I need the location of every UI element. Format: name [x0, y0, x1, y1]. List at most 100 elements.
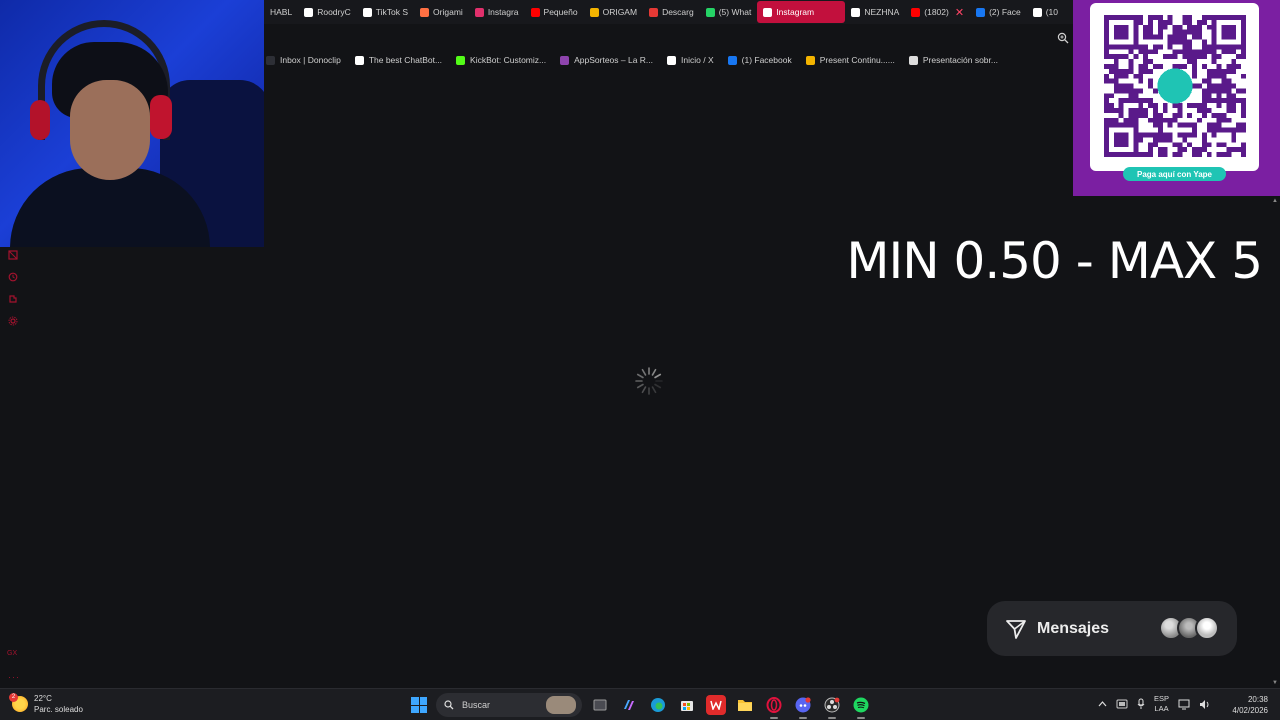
bookmark-item[interactable]: Inicio / X: [667, 55, 714, 65]
tab-label: TikTok S: [375, 7, 409, 17]
tab-label: Instagram: [776, 7, 815, 17]
browser-sidebar: [7, 248, 21, 328]
messages-panel[interactable]: Mensajes: [987, 601, 1237, 656]
input-language[interactable]: ESP LAA: [1154, 694, 1169, 714]
store-icon[interactable]: [677, 695, 697, 715]
taskbar-search[interactable]: Buscar: [436, 693, 582, 717]
taskbar-apps: [590, 695, 871, 719]
chevron-up-icon[interactable]: [1098, 701, 1107, 707]
bookmark-item[interactable]: KickBot: Customiz...: [456, 55, 546, 65]
scroll-up-icon[interactable]: ▲: [1272, 198, 1278, 204]
bookmark-item[interactable]: Inbox | Donoclip: [266, 55, 341, 65]
bookmark-label: (1) Facebook: [741, 55, 792, 65]
browser-tab[interactable]: HABL: [264, 1, 298, 23]
network-icon[interactable]: [1178, 699, 1190, 710]
browser-tab[interactable]: Instagram: [757, 1, 846, 23]
bookmark-favicon-icon: [560, 55, 570, 65]
notion-icon: [851, 7, 861, 17]
bookmark-favicon-icon: [456, 55, 466, 65]
date: 4/02/2026: [1232, 706, 1268, 715]
browser-tab[interactable]: Origami: [414, 1, 469, 23]
edge-icon[interactable]: [648, 695, 668, 715]
windows-start-icon[interactable]: [411, 697, 427, 713]
browser-tab[interactable]: (1802) ✕: [905, 1, 970, 23]
lang-layout: LAA: [1154, 704, 1169, 713]
sidebar-pin-icon[interactable]: [7, 248, 19, 262]
messages-label: Mensajes: [1037, 619, 1110, 637]
browser-tab[interactable]: (2) Face: [970, 1, 1027, 23]
weather-condition: Parc. soleado: [34, 705, 83, 714]
bookmark-favicon-icon: [805, 55, 815, 65]
extensions-icon[interactable]: [7, 292, 19, 306]
origami-icon: [420, 7, 430, 17]
tab-label: (2) Face: [989, 7, 1021, 17]
browser-tab[interactable]: (10: [1027, 1, 1064, 23]
tiktok-icon: [1032, 7, 1042, 17]
clock[interactable]: 20:38 4/02/2026: [1226, 694, 1268, 716]
browser-tab[interactable]: TikTok S: [357, 1, 414, 23]
discord-icon[interactable]: [793, 695, 813, 719]
tab-label: Descarg: [662, 7, 694, 17]
time: 20:38: [1247, 695, 1268, 704]
copilot-icon[interactable]: [619, 695, 639, 715]
tray-app-icon[interactable]: [1116, 698, 1128, 710]
browser-tab[interactable]: Instagra: [469, 1, 525, 23]
qr-card: [1090, 3, 1259, 171]
bookmark-item[interactable]: (1) Facebook: [727, 55, 792, 65]
headset-earcup-left: [30, 100, 50, 140]
settings-icon[interactable]: [7, 314, 19, 328]
tiktok-icon: [362, 7, 372, 17]
bookmark-item[interactable]: The best ChatBot...: [354, 55, 443, 65]
screen: HABL RoodryC TikTok S Origami Instagra Pequeñ…: [0, 0, 1280, 720]
facebook-icon: [976, 7, 986, 17]
scroll-down-icon[interactable]: ▼: [1272, 680, 1278, 686]
spotify-icon[interactable]: [851, 695, 871, 719]
browser-tab[interactable]: RoodryC: [298, 1, 357, 23]
bookmark-label: AppSorteos – La R...: [574, 55, 654, 65]
browser-tab[interactable]: (5) What: [700, 1, 758, 23]
bookmark-item[interactable]: AppSorteos – La R...: [560, 55, 653, 65]
volume-icon[interactable]: [1199, 699, 1211, 710]
temperature: 22°C: [34, 694, 52, 703]
download-icon: [649, 7, 659, 17]
weather-widget[interactable]: 2 22°C Parc. soleado: [9, 693, 83, 715]
search-placeholder: Buscar: [462, 700, 491, 710]
bookmark-item[interactable]: Present Continu......: [805, 55, 895, 65]
gx-label[interactable]: GX: [7, 650, 21, 657]
bookmark-favicon-icon: [266, 55, 275, 65]
bookmark-label: Presentación sobr...: [922, 55, 998, 65]
task-view-icon[interactable]: [590, 695, 610, 715]
wps-office-icon[interactable]: [706, 695, 726, 715]
weather-badge: 2: [9, 693, 18, 702]
close-tab-icon[interactable]: ✕: [955, 6, 964, 19]
opera-gx-icon[interactable]: [764, 695, 784, 719]
browser-tab[interactable]: Descarg: [643, 1, 700, 23]
sidebar-more-icon[interactable]: ···: [8, 672, 22, 682]
bookmark-favicon-icon: [908, 55, 918, 65]
tab-label: Pequeño: [543, 7, 578, 17]
bookmark-label: Present Continu......: [819, 55, 895, 65]
webcam-person-face: [70, 80, 150, 180]
yape-qr-overlay: Paga aquí con Yape: [1073, 0, 1280, 196]
obs-icon[interactable]: [822, 695, 842, 719]
page-scrollbar[interactable]: ▲ ▼: [1270, 196, 1280, 688]
microphone-icon[interactable]: [1137, 698, 1145, 710]
browser-tab[interactable]: Pequeño: [525, 1, 584, 23]
bookmark-item[interactable]: Presentación sobr...: [908, 55, 998, 65]
bookmark-label: Inbox | Donoclip: [280, 55, 341, 65]
tab-label: (5) What: [718, 7, 752, 17]
history-icon[interactable]: [7, 270, 19, 284]
tab-label: Instagra: [487, 7, 519, 17]
min-max-overlay-text: MIN 0.50 - MAX 5: [846, 232, 1263, 290]
bookmark-favicon-icon: [667, 55, 677, 65]
file-explorer-icon[interactable]: [735, 695, 755, 715]
webcam-overlay: [0, 0, 264, 247]
zoom-icon[interactable]: [1057, 32, 1069, 44]
headset-earcup-right: [150, 95, 172, 139]
bookmark-label: The best ChatBot...: [368, 55, 443, 65]
browser-tab[interactable]: ORIGAM: [584, 1, 643, 23]
tiktok-icon: [304, 7, 314, 17]
youtube-icon: [530, 7, 540, 17]
tab-label: (1802): [924, 7, 949, 17]
browser-tab[interactable]: NEZHNA: [845, 1, 905, 23]
